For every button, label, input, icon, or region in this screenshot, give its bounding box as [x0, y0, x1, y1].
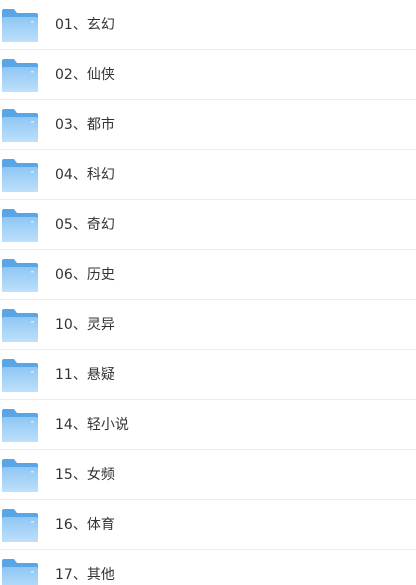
folder-item[interactable]: 15、女频 — [0, 450, 416, 500]
folder-front-shape — [2, 217, 38, 242]
folder-highlight — [31, 421, 34, 423]
folder-name: 10、灵异 — [55, 317, 115, 333]
folder-icon — [2, 459, 38, 492]
folder-front-shape — [2, 517, 38, 542]
folder-name: 04、科幻 — [55, 167, 115, 183]
folder-icon — [2, 309, 38, 342]
folder-front-shape — [2, 67, 38, 92]
folder-item[interactable]: 10、灵异 — [0, 300, 416, 350]
folder-name: 11、悬疑 — [55, 367, 115, 383]
folder-item[interactable]: 03、都市 — [0, 100, 416, 150]
folder-icon — [2, 509, 38, 542]
folder-front-shape — [2, 367, 38, 392]
folder-item[interactable]: 16、体育 — [0, 500, 416, 550]
folder-name: 17、其他 — [55, 567, 115, 583]
folder-icon — [2, 559, 38, 585]
folder-item[interactable]: 04、科幻 — [0, 150, 416, 200]
folder-front-shape — [2, 17, 38, 42]
folder-icon — [2, 159, 38, 192]
folder-highlight — [31, 71, 34, 73]
folder-highlight — [31, 171, 34, 173]
folder-icon — [2, 359, 38, 392]
folder-item[interactable]: 14、轻小说 — [0, 400, 416, 450]
folder-item[interactable]: 05、奇幻 — [0, 200, 416, 250]
folder-front-shape — [2, 567, 38, 585]
folder-item[interactable]: 17、其他 — [0, 550, 416, 585]
folder-name: 06、历史 — [55, 267, 115, 283]
folder-icon — [2, 409, 38, 442]
folder-highlight — [31, 121, 34, 123]
folder-name: 05、奇幻 — [55, 217, 115, 233]
folder-list: 01、玄幻 02、仙侠 03、都市 04、科幻 05、奇幻 06、历史 10、灵… — [0, 0, 416, 585]
folder-front-shape — [2, 417, 38, 442]
folder-icon — [2, 59, 38, 92]
folder-front-shape — [2, 117, 38, 142]
folder-front-shape — [2, 317, 38, 342]
folder-item[interactable]: 02、仙侠 — [0, 50, 416, 100]
folder-name: 03、都市 — [55, 117, 115, 133]
folder-front-shape — [2, 467, 38, 492]
folder-icon — [2, 259, 38, 292]
folder-icon — [2, 209, 38, 242]
folder-highlight — [31, 271, 34, 273]
folder-front-shape — [2, 267, 38, 292]
folder-front-shape — [2, 167, 38, 192]
folder-highlight — [31, 21, 34, 23]
folder-icon — [2, 9, 38, 42]
folder-name: 14、轻小说 — [55, 417, 129, 433]
folder-highlight — [31, 521, 34, 523]
folder-highlight — [31, 571, 34, 573]
folder-item[interactable]: 01、玄幻 — [0, 0, 416, 50]
folder-item[interactable]: 11、悬疑 — [0, 350, 416, 400]
folder-highlight — [31, 221, 34, 223]
folder-name: 15、女频 — [55, 467, 115, 483]
folder-name: 16、体育 — [55, 517, 115, 533]
folder-highlight — [31, 371, 34, 373]
folder-icon — [2, 109, 38, 142]
folder-name: 02、仙侠 — [55, 67, 115, 83]
folder-highlight — [31, 471, 34, 473]
folder-item[interactable]: 06、历史 — [0, 250, 416, 300]
folder-name: 01、玄幻 — [55, 17, 115, 33]
folder-highlight — [31, 321, 34, 323]
